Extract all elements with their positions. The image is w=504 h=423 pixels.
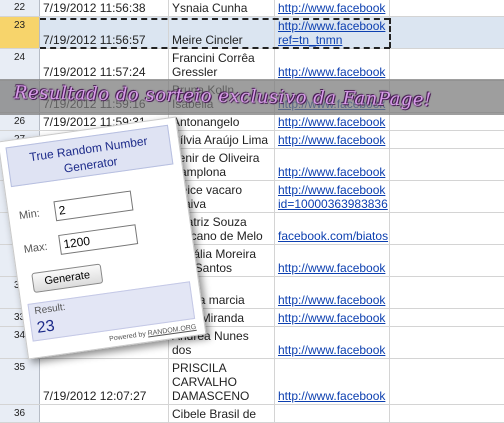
name-line: Gressler	[172, 65, 218, 79]
profile-link[interactable]: http://www.facebook	[278, 261, 386, 275]
name-cell[interactable]: Francini Corrêa Gressler	[169, 49, 275, 80]
name-line: DAMASCENO	[172, 389, 250, 403]
name-line: Sílvia Araújo Lima	[172, 133, 269, 147]
profile-link-cell[interactable]: http://www.facebook	[275, 0, 390, 16]
empty-cell[interactable]	[390, 49, 504, 80]
name-cell[interactable]: Sílvia Araújo Lima	[169, 131, 275, 148]
empty-cell[interactable]	[390, 359, 504, 404]
table-row[interactable]: 35 7/19/2012 12:07:27 PRISCILA CARVALHO DAMA…	[0, 359, 504, 405]
name-line: PRISCILA	[172, 361, 227, 375]
profile-link-cell[interactable]: http://www.facebook id=10000363983836	[275, 181, 390, 212]
name-cell[interactable]: Meire Cincler	[169, 17, 275, 48]
profile-link-cell[interactable]: http://www.facebook	[275, 113, 390, 130]
name-line: CARVALHO	[172, 375, 237, 389]
empty-cell[interactable]	[390, 309, 504, 326]
profile-link-cell[interactable]: http://www.facebook	[275, 245, 390, 276]
empty-cell[interactable]	[390, 213, 504, 244]
name-cell[interactable]: Lenir de Oliveira Pamplona	[169, 149, 275, 180]
profile-link-cell[interactable]: http://www.facebook	[275, 309, 390, 326]
name-line: Anjos	[172, 357, 271, 358]
profile-link[interactable]: http://www.facebook	[278, 133, 386, 147]
profile-link[interactable]: ref=tn_tnmn	[278, 33, 386, 47]
empty-cell[interactable]	[390, 181, 504, 212]
timestamp-cell[interactable]: 7/19/2012 11:57:24	[40, 49, 169, 80]
profile-link[interactable]: id=10000363983836	[278, 197, 388, 211]
powered-prefix: Powered by	[108, 330, 147, 343]
copy-marquee-right	[389, 18, 391, 48]
empty-cell[interactable]	[390, 277, 504, 308]
profile-link[interactable]: http://www.facebook	[278, 1, 386, 15]
row-number[interactable]: 24	[0, 49, 40, 80]
row-number[interactable]: 36	[0, 405, 40, 422]
max-label: Max:	[23, 240, 49, 256]
name-line: Meire Cincler	[172, 33, 243, 47]
profile-link-cell[interactable]: facebook.com/biatos	[275, 213, 390, 244]
min-input[interactable]	[53, 190, 134, 222]
name-line: Antonangelo Molina	[172, 115, 240, 130]
empty-cell[interactable]	[390, 149, 504, 180]
timestamp-cell[interactable]: 7/19/2012 11:56:38	[40, 0, 169, 16]
table-row[interactable]: 267/19/2012 11:59:31Antonangelo Molinaht…	[0, 113, 504, 131]
profile-link-cell[interactable]	[275, 405, 390, 422]
random-number-generator-widget: True Random Number Generator Min: Max: G…	[0, 116, 207, 360]
empty-cell[interactable]	[390, 0, 504, 16]
profile-link[interactable]: facebook.com/biatos	[278, 229, 388, 243]
row-number[interactable]: 23	[0, 17, 40, 48]
row-number[interactable]: 22	[0, 0, 40, 16]
timestamp-cell[interactable]: 7/19/2012 11:56:57	[40, 17, 169, 48]
name-cell[interactable]: Cibele Brasil de	[169, 405, 275, 422]
row-number[interactable]: 35	[0, 359, 40, 404]
empty-cell[interactable]	[390, 245, 504, 276]
profile-link-cell[interactable]: http://www.facebook	[275, 327, 390, 358]
table-row[interactable]: 22 7/19/2012 11:56:38 Ysnaia Cunha http://w…	[0, 0, 504, 17]
generate-button[interactable]: Generate	[31, 263, 104, 294]
profile-link[interactable]: http://www.facebook	[278, 293, 386, 307]
profile-link-cell[interactable]: http://www.facebook ref=tn_tnmn	[275, 17, 390, 48]
empty-cell[interactable]	[390, 17, 504, 48]
profile-link[interactable]: http://www.facebook	[278, 311, 386, 325]
name-line: Lenir de Oliveira	[172, 151, 260, 165]
profile-link[interactable]: http://www.facebook	[278, 183, 386, 197]
timestamp-cell[interactable]	[40, 405, 169, 422]
name-line: Pamplona	[172, 165, 227, 179]
name-cell[interactable]: PRISCILA CARVALHO DAMASCENO	[169, 359, 275, 404]
name-cell[interactable]: Ysnaia Cunha	[169, 0, 275, 16]
profile-link[interactable]: http://www.facebook	[278, 389, 386, 403]
random-org-link[interactable]: RANDOM.ORG	[147, 324, 196, 338]
profile-link-cell[interactable]: http://www.facebook	[275, 277, 390, 308]
profile-link-cell[interactable]: http://www.facebook	[275, 149, 390, 180]
copy-marquee-top	[40, 18, 390, 20]
timestamp-cell[interactable]: 7/19/2012 12:07:27	[40, 359, 169, 404]
min-label: Min:	[18, 207, 41, 223]
name-line: Ysnaia Cunha	[172, 1, 248, 15]
profile-link[interactable]: http://www.facebook	[278, 165, 386, 179]
row-number[interactable]: 26	[0, 113, 40, 130]
table-row[interactable]: 24 7/19/2012 11:57:24 Francini Corrêa Gress…	[0, 49, 504, 81]
table-row[interactable]: 36 Cibele Brasil de	[0, 405, 504, 423]
profile-link[interactable]: http://www.facebook	[278, 115, 386, 129]
name-cell[interactable]: Antonangelo Molina	[169, 113, 275, 130]
empty-cell[interactable]	[390, 131, 504, 148]
empty-cell[interactable]	[390, 327, 504, 358]
profile-link-cell[interactable]: http://www.facebook	[275, 49, 390, 80]
result-label: Result:	[33, 301, 67, 318]
profile-link-cell[interactable]: http://www.facebook	[275, 131, 390, 148]
profile-link[interactable]: http://www.facebook	[278, 65, 386, 79]
result-value: 23	[35, 317, 56, 337]
table-row[interactable]: 23 7/19/2012 11:56:57 Meire Cincler http://…	[0, 17, 504, 49]
name-line: Cibele Brasil de	[172, 407, 257, 421]
profile-link-cell[interactable]: http://www.facebook	[275, 359, 390, 404]
name-line: Francini Corrêa	[172, 51, 255, 65]
empty-cell[interactable]	[390, 405, 504, 422]
profile-link[interactable]: http://www.facebook	[278, 343, 386, 357]
max-input[interactable]	[58, 224, 139, 255]
empty-cell[interactable]	[390, 113, 504, 130]
profile-link[interactable]: http://www.facebook	[278, 19, 386, 33]
